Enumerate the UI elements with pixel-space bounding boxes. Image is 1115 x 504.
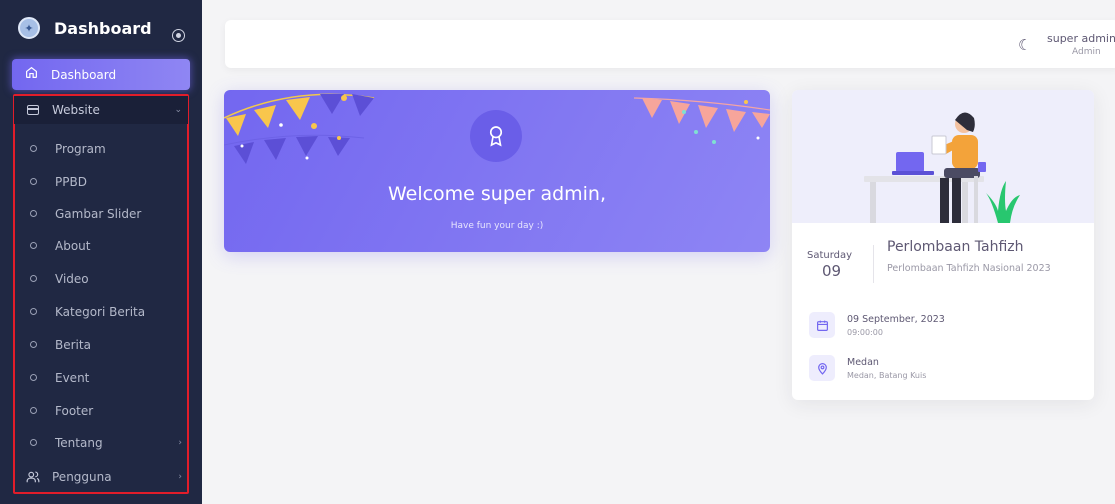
chevron-right-icon: › <box>178 471 182 482</box>
sidebar-item-label: Website <box>52 103 100 117</box>
brand[interactable]: ✦ Dashboard <box>0 0 202 56</box>
circle-icon <box>30 178 37 185</box>
sidebar-item-label: Program <box>55 141 106 156</box>
event-illustration <box>792 90 1094 223</box>
sidebar-item-label: Event <box>55 370 90 385</box>
sidebar-item-ppbd[interactable]: PPBD <box>14 166 188 197</box>
circle-icon <box>30 308 37 315</box>
sidebar: ✦ Dashboard Dashboard Website ⌄ Program … <box>0 0 202 504</box>
circle-icon <box>30 341 37 348</box>
circle-icon <box>30 439 37 446</box>
sidebar-item-label: Video <box>55 271 89 286</box>
sidebar-item-pengguna[interactable]: Pengguna › <box>14 461 188 492</box>
chevron-right-icon: › <box>178 437 182 448</box>
users-icon <box>26 470 40 484</box>
event-card: Saturday 09 Perlombaan Tahfizh Perlombaa… <box>792 90 1094 400</box>
sidebar-item-label: Tentang <box>55 435 103 450</box>
brand-logo-icon: ✦ <box>18 17 40 39</box>
calendar-icon <box>809 312 835 338</box>
welcome-subtitle: Have fun your day :) <box>450 221 544 231</box>
circle-icon <box>30 145 37 152</box>
sidebar-group-website[interactable]: Website ⌄ <box>14 96 188 124</box>
sidebar-item-label: Footer <box>55 403 94 418</box>
circle-icon <box>30 242 37 249</box>
circle-icon <box>30 275 37 282</box>
event-date: 09 September, 2023 <box>847 314 945 325</box>
sidebar-item-footer[interactable]: Footer <box>14 395 188 426</box>
sidebar-collapse-toggle-icon[interactable] <box>172 29 185 42</box>
sidebar-item-label: Gambar Slider <box>55 206 142 221</box>
user-name[interactable]: super admin <box>1047 32 1115 45</box>
circle-icon <box>30 210 37 217</box>
chevron-down-icon: ⌄ <box>174 105 182 115</box>
home-icon <box>25 66 39 83</box>
credit-card-icon <box>26 105 40 115</box>
top-navbar: ☾ super admin Admin <box>225 20 1115 68</box>
sidebar-item-video[interactable]: Video <box>14 263 188 294</box>
sidebar-item-gambar-slider[interactable]: Gambar Slider <box>14 198 188 229</box>
event-description: Perlombaan Tahfizh Nasional 2023 <box>887 263 1051 274</box>
event-time: 09:00:00 <box>847 328 883 337</box>
sidebar-item-berita[interactable]: Berita <box>14 329 188 360</box>
sidebar-item-label: About <box>55 238 91 253</box>
sidebar-item-label: PPBD <box>55 174 87 189</box>
welcome-card: Welcome super admin, Have fun your day :… <box>224 90 770 252</box>
user-role: Admin <box>1072 47 1101 57</box>
event-location: Medan <box>847 357 879 368</box>
sidebar-item-tentang[interactable]: Tentang › <box>14 427 188 458</box>
sidebar-item-label: Kategori Berita <box>55 304 146 319</box>
award-icon <box>470 110 522 162</box>
event-day-name: Saturday <box>807 250 853 261</box>
event-title: Perlombaan Tahfizh <box>887 239 1024 255</box>
sidebar-item-label: Pengguna <box>52 469 112 484</box>
event-address: Medan, Batang Kuis <box>847 371 927 380</box>
brand-title: Dashboard <box>54 18 152 38</box>
sidebar-item-label: Berita <box>55 337 91 352</box>
circle-icon <box>30 374 37 381</box>
welcome-title: Welcome super admin, <box>387 183 607 205</box>
moon-icon[interactable]: ☾ <box>1018 36 1031 54</box>
map-pin-icon <box>809 355 835 381</box>
sidebar-item-dashboard[interactable]: Dashboard <box>12 59 190 90</box>
circle-icon <box>30 407 37 414</box>
sidebar-item-event[interactable]: Event <box>14 362 188 393</box>
event-day-number: 09 <box>822 262 842 280</box>
sidebar-item-label: Dashboard <box>51 67 117 82</box>
divider <box>873 245 874 283</box>
sidebar-item-program[interactable]: Program <box>14 133 188 164</box>
sidebar-item-about[interactable]: About <box>14 230 188 261</box>
sidebar-item-kategori-berita[interactable]: Kategori Berita <box>14 296 188 327</box>
